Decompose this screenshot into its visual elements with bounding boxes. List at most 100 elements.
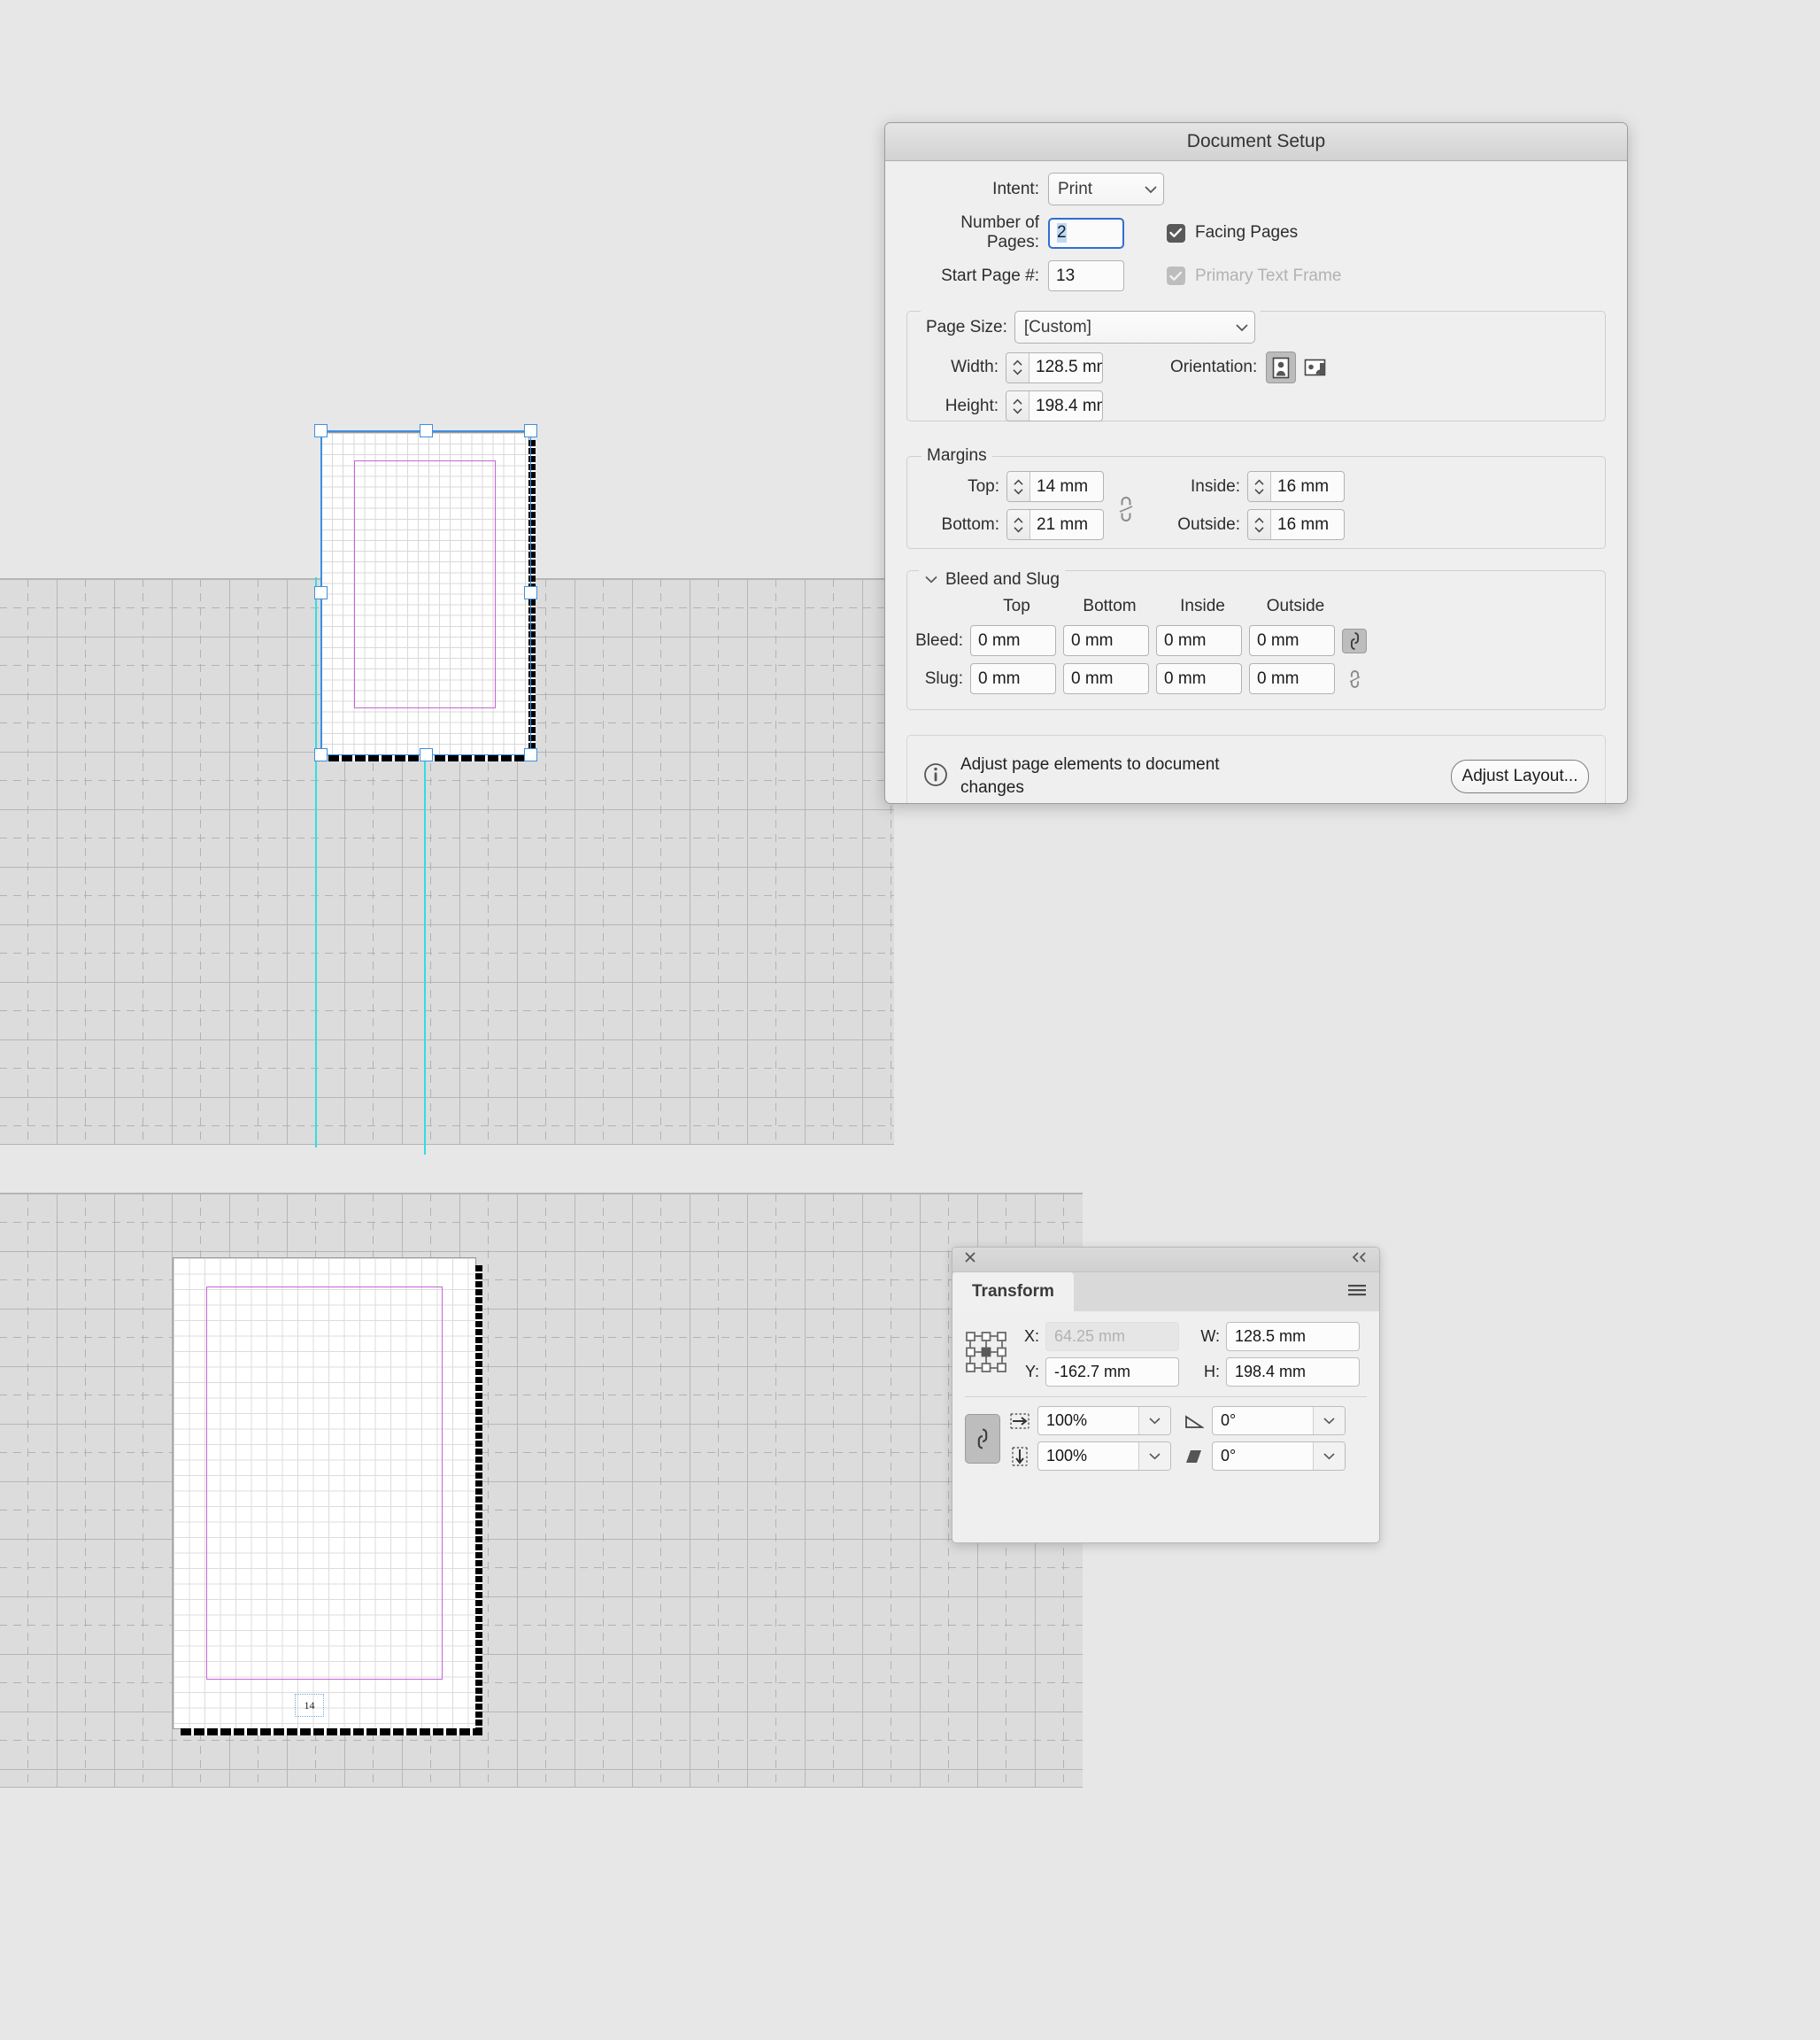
bleed-top-input[interactable]: 0 mm: [970, 625, 1056, 656]
chevron-down-icon[interactable]: [1138, 1407, 1170, 1434]
transform-y-input[interactable]: -162.7 mm: [1045, 1357, 1179, 1387]
canvas-spread-lower[interactable]: 14: [0, 1193, 1083, 1788]
close-icon[interactable]: [963, 1250, 977, 1269]
stepper-arrows-icon[interactable]: [1006, 352, 1030, 382]
shear-combo[interactable]: 0°: [1212, 1441, 1346, 1471]
bleed-slug-disclosure-icon[interactable]: [924, 572, 938, 588]
document-page-14[interactable]: 14: [173, 1257, 482, 1735]
info-icon: [923, 762, 948, 792]
bleed-col-header-top: Top: [1003, 597, 1030, 615]
selection-handle-bottom-right[interactable]: [524, 748, 537, 761]
start-page-input[interactable]: 13: [1048, 260, 1124, 291]
transform-x-input: 64.25 mm: [1045, 1322, 1179, 1351]
bleed-bottom-value: 0 mm: [1071, 630, 1114, 650]
intent-select[interactable]: Print: [1048, 173, 1164, 205]
page-size-label: Page Size:: [926, 317, 1007, 336]
selection-handle-middle-left[interactable]: [314, 586, 328, 599]
shear-icon: [1182, 1449, 1207, 1464]
primary-text-frame-label: Primary Text Frame: [1195, 266, 1342, 285]
page-drop-shadow-bottom-lower: [181, 1728, 482, 1735]
stepper-arrows-icon[interactable]: [1248, 510, 1271, 539]
slug-bottom-value: 0 mm: [1071, 668, 1114, 688]
margins-legend: Margins: [927, 446, 987, 465]
dialog-body: Intent: Print Number of Pages: 2 Facing …: [885, 173, 1627, 803]
collapse-icon[interactable]: [1351, 1251, 1369, 1268]
panel-menu-icon[interactable]: [1347, 1284, 1367, 1302]
margin-inside-stepper[interactable]: 16 mm: [1247, 471, 1345, 502]
scale-x-combo[interactable]: 100%: [1037, 1406, 1171, 1435]
page-width-stepper[interactable]: 128.5 mm: [1006, 352, 1103, 383]
margin-bottom-label: Bottom:: [941, 514, 999, 534]
chain-linked-icon: [1350, 631, 1359, 650]
adjust-layout-button[interactable]: Adjust Layout...: [1451, 760, 1589, 793]
bleed-inside-input[interactable]: 0 mm: [1156, 625, 1242, 656]
page-width-label: Width:: [951, 358, 999, 376]
slug-outside-input[interactable]: 0 mm: [1249, 663, 1335, 694]
slug-top-input[interactable]: 0 mm: [970, 663, 1056, 694]
bleed-link-button[interactable]: [1342, 628, 1367, 653]
stepper-arrows-icon[interactable]: [1007, 472, 1030, 501]
page-height-stepper[interactable]: 198.4 mm: [1006, 390, 1103, 421]
bleed-col-header-inside: Inside: [1180, 597, 1225, 615]
chevron-down-icon[interactable]: [1138, 1442, 1170, 1470]
transform-h-input[interactable]: 198.4 mm: [1226, 1357, 1360, 1387]
transform-panel[interactable]: Transform X: 64.25 mm W: 128.5 mm Y: -16…: [952, 1247, 1380, 1543]
slug-row: Slug: 0 mm 0 mm 0 mm 0 mm: [906, 663, 1606, 694]
margin-outside-stepper[interactable]: 16 mm: [1247, 509, 1345, 540]
bleed-top-value: 0 mm: [978, 630, 1021, 650]
chain-broken-icon: [1349, 669, 1360, 688]
slug-outside-value: 0 mm: [1257, 668, 1299, 688]
tab-transform[interactable]: Transform: [952, 1272, 1074, 1311]
reference-point-proxy[interactable]: [965, 1331, 1011, 1378]
selection-handle-middle-right[interactable]: [524, 586, 537, 599]
page-size-value: [Custom]: [1023, 317, 1091, 336]
ruler-guide-left[interactable]: [315, 577, 317, 1148]
landscape-icon: [1304, 359, 1326, 376]
page-height-value: 198.4 mm: [1036, 396, 1102, 415]
document-setup-dialog[interactable]: Document Setup Intent: Print Number of P…: [884, 122, 1628, 804]
page-height-label: Height:: [945, 396, 999, 415]
bleed-label: Bleed:: [915, 630, 963, 650]
transform-w-input[interactable]: 128.5 mm: [1226, 1322, 1360, 1351]
slug-bottom-input[interactable]: 0 mm: [1063, 663, 1149, 694]
selection-handle-top-center[interactable]: [420, 424, 433, 437]
scale-y-combo[interactable]: 100%: [1037, 1441, 1171, 1471]
orientation-portrait-button[interactable]: [1266, 352, 1297, 383]
transform-w-value: 128.5 mm: [1235, 1327, 1307, 1345]
scale-link-button[interactable]: [965, 1413, 1000, 1464]
selection-handle-top-left[interactable]: [314, 424, 328, 437]
selection-handle-bottom-center[interactable]: [420, 748, 433, 761]
orientation-landscape-button[interactable]: [1299, 352, 1330, 383]
check-icon: [1169, 271, 1183, 281]
stepper-arrows-icon[interactable]: [1006, 391, 1030, 421]
number-of-pages-input[interactable]: 2: [1048, 217, 1124, 249]
margin-top-stepper[interactable]: 14 mm: [1006, 471, 1104, 502]
slug-inside-input[interactable]: 0 mm: [1156, 663, 1242, 694]
bleed-bottom-input[interactable]: 0 mm: [1063, 625, 1149, 656]
page-number-frame[interactable]: 14: [295, 1694, 324, 1717]
selection-handle-bottom-left[interactable]: [314, 748, 328, 761]
page-size-select[interactable]: [Custom]: [1014, 311, 1255, 344]
selection-handle-top-right[interactable]: [524, 424, 537, 437]
chevron-down-icon[interactable]: [1313, 1407, 1345, 1434]
margin-bottom-stepper[interactable]: 21 mm: [1006, 509, 1104, 540]
facing-pages-checkbox[interactable]: [1167, 223, 1185, 243]
margin-bottom-row: Bottom: 21 mm Outside: 16 mm: [922, 509, 1591, 540]
bleed-outside-value: 0 mm: [1257, 630, 1299, 650]
adjust-layout-button-label: Adjust Layout...: [1461, 767, 1578, 785]
slug-link-button[interactable]: [1342, 667, 1367, 692]
margins-link-button[interactable]: [1114, 494, 1138, 524]
canvas-grid-major-lower: [0, 1194, 1083, 1787]
rotation-combo[interactable]: 0°: [1212, 1406, 1346, 1435]
bleed-col-header-bottom: Bottom: [1083, 597, 1137, 615]
bleed-outside-input[interactable]: 0 mm: [1249, 625, 1335, 656]
stepper-arrows-icon[interactable]: [1248, 472, 1271, 501]
slug-inside-value: 0 mm: [1164, 668, 1207, 688]
chain-broken-icon: [1119, 497, 1133, 522]
margin-bottom-value: 21 mm: [1037, 514, 1089, 534]
stepper-arrows-icon[interactable]: [1007, 510, 1030, 539]
chevron-down-icon[interactable]: [1313, 1442, 1345, 1470]
rotation-icon: [1182, 1413, 1207, 1429]
orientation-label: Orientation:: [1170, 358, 1258, 376]
selection-overlay: [314, 424, 537, 761]
